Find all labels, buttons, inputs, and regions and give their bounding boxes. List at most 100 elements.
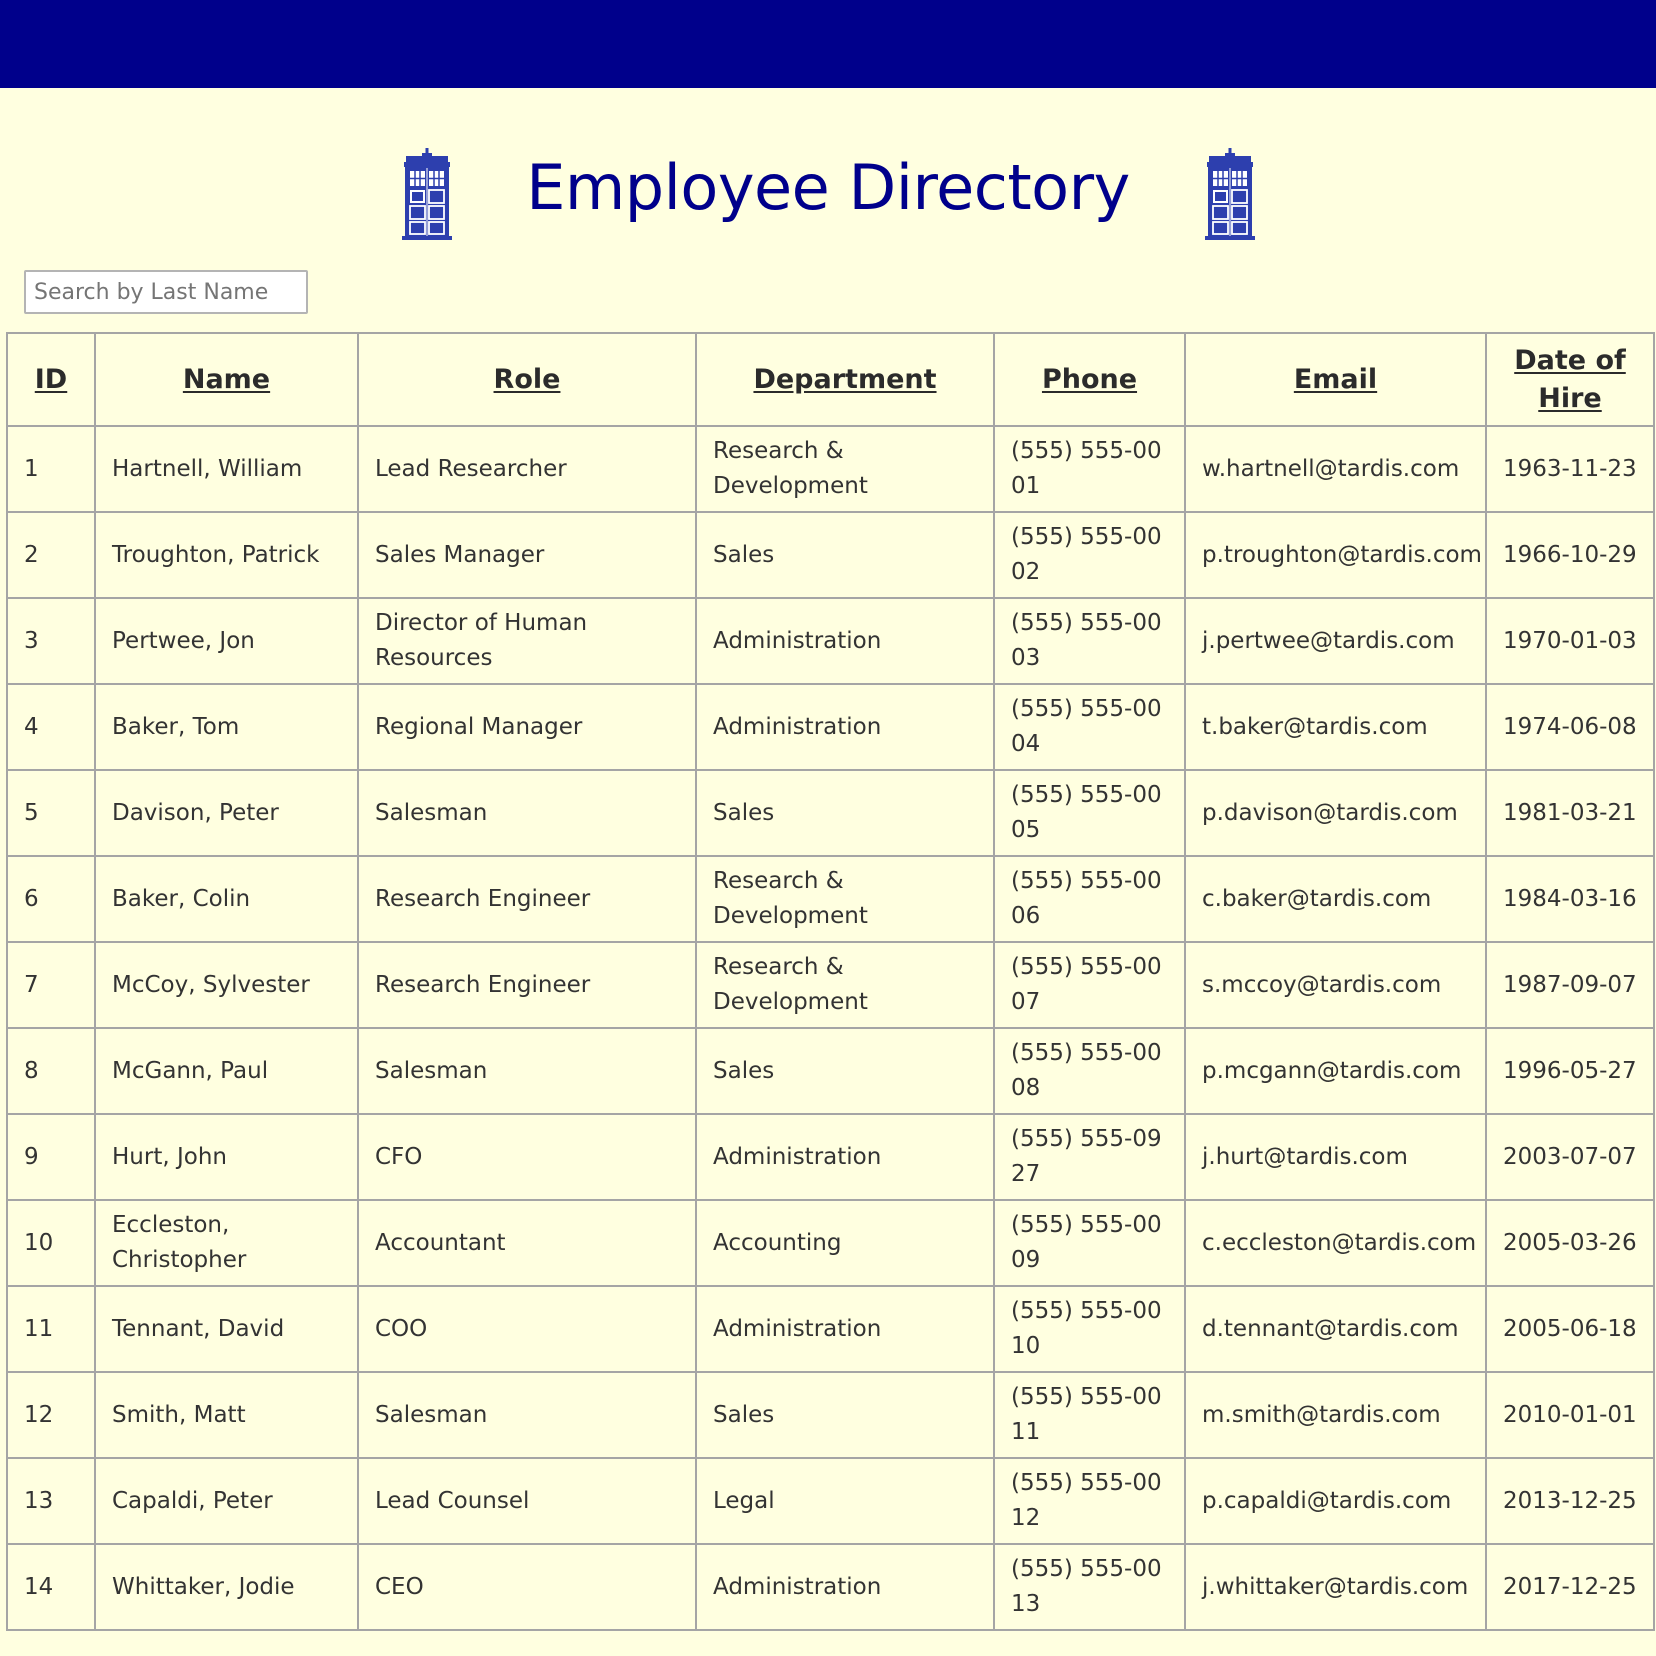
- column-header-name[interactable]: Name: [94, 332, 359, 427]
- cell-role: Regional Manager: [357, 683, 697, 771]
- column-header-label[interactable]: ID: [35, 364, 67, 395]
- cell-id: 14: [6, 1543, 96, 1631]
- cell-id: 1: [6, 425, 96, 513]
- cell-phone: (555) 555-0009: [993, 1199, 1186, 1287]
- cell-hire-date: 2005-06-18: [1485, 1285, 1655, 1373]
- cell-department: Administration: [695, 1543, 995, 1631]
- cell-id: 11: [6, 1285, 96, 1373]
- table-row: 5 Davison, Peter Salesman Sales (555) 55…: [6, 769, 1655, 857]
- cell-department: Sales: [695, 511, 995, 599]
- column-header-role[interactable]: Role: [357, 332, 697, 427]
- column-header-department[interactable]: Department: [695, 332, 995, 427]
- cell-name: Davison, Peter: [94, 769, 359, 857]
- cell-phone: (555) 555-0012: [993, 1457, 1186, 1545]
- cell-department: Administration: [695, 1113, 995, 1201]
- cell-email: m.smith@tardis.com: [1184, 1371, 1487, 1459]
- cell-hire-date: 1974-06-08: [1485, 683, 1655, 771]
- top-banner: [0, 0, 1656, 88]
- cell-role: Salesman: [357, 769, 697, 857]
- cell-id: 7: [6, 941, 96, 1029]
- column-header-email[interactable]: Email: [1184, 332, 1487, 427]
- cell-department: Legal: [695, 1457, 995, 1545]
- table-row: 7 McCoy, Sylvester Research Engineer Res…: [6, 941, 1655, 1029]
- cell-phone: (555) 555-0006: [993, 855, 1186, 943]
- cell-department: Research & Development: [695, 425, 995, 513]
- table-row: 2 Troughton, Patrick Sales Manager Sales…: [6, 511, 1655, 599]
- cell-phone: (555) 555-0007: [993, 941, 1186, 1029]
- page-content: Employee Directory Search by Last Name I…: [0, 88, 1656, 1656]
- table-row: 12 Smith, Matt Salesman Sales (555) 555-…: [6, 1371, 1655, 1459]
- cell-email: j.whittaker@tardis.com: [1184, 1543, 1487, 1631]
- search-input[interactable]: [24, 270, 308, 314]
- cell-department: Sales: [695, 1027, 995, 1115]
- cell-name: Baker, Tom: [94, 683, 359, 771]
- column-header-id[interactable]: ID: [6, 332, 96, 427]
- column-header-label[interactable]: Email: [1294, 364, 1377, 395]
- cell-id: 5: [6, 769, 96, 857]
- column-header-label[interactable]: Department: [753, 364, 936, 395]
- cell-department: Administration: [695, 683, 995, 771]
- column-header-hire-date[interactable]: Date of Hire: [1485, 332, 1655, 427]
- column-header-label[interactable]: Date of Hire: [1514, 345, 1626, 414]
- page-header: Employee Directory: [0, 114, 1656, 240]
- cell-id: 3: [6, 597, 96, 685]
- table-row: 3 Pertwee, Jon Director of Human Resourc…: [6, 597, 1655, 685]
- cell-role: Accountant: [357, 1199, 697, 1287]
- cell-name: McCoy, Sylvester: [94, 941, 359, 1029]
- cell-phone: (555) 555-0010: [993, 1285, 1186, 1373]
- cell-phone: (555) 555-0002: [993, 511, 1186, 599]
- page-title: Employee Directory: [526, 151, 1130, 224]
- cell-hire-date: 2013-12-25: [1485, 1457, 1655, 1545]
- cell-phone: (555) 555-0001: [993, 425, 1186, 513]
- cell-id: 13: [6, 1457, 96, 1545]
- table-row: 11 Tennant, David COO Administration (55…: [6, 1285, 1655, 1373]
- cell-phone: (555) 555-0927: [993, 1113, 1186, 1201]
- cell-phone: (555) 555-0003: [993, 597, 1186, 685]
- cell-phone: (555) 555-0005: [993, 769, 1186, 857]
- cell-id: 4: [6, 683, 96, 771]
- cell-phone: (555) 555-0004: [993, 683, 1186, 771]
- table-row: 1 Hartnell, William Lead Researcher Rese…: [6, 425, 1655, 513]
- column-header-label[interactable]: Name: [183, 364, 270, 395]
- cell-role: Director of Human Resources: [357, 597, 697, 685]
- cell-department: Administration: [695, 1285, 995, 1373]
- cell-role: Sales Manager: [357, 511, 697, 599]
- cell-phone: (555) 555-0013: [993, 1543, 1186, 1631]
- cell-email: p.capaldi@tardis.com: [1184, 1457, 1487, 1545]
- cell-email: c.baker@tardis.com: [1184, 855, 1487, 943]
- cell-department: Sales: [695, 769, 995, 857]
- cell-id: 6: [6, 855, 96, 943]
- cell-email: p.davison@tardis.com: [1184, 769, 1487, 857]
- tardis-icon: [1205, 148, 1255, 240]
- cell-hire-date: 1984-03-16: [1485, 855, 1655, 943]
- cell-role: Research Engineer: [357, 855, 697, 943]
- cell-department: Research & Development: [695, 941, 995, 1029]
- cell-name: Pertwee, Jon: [94, 597, 359, 685]
- cell-email: j.hurt@tardis.com: [1184, 1113, 1487, 1201]
- cell-role: CFO: [357, 1113, 697, 1201]
- cell-hire-date: 2010-01-01: [1485, 1371, 1655, 1459]
- cell-name: Baker, Colin: [94, 855, 359, 943]
- cell-id: 9: [6, 1113, 96, 1201]
- cell-hire-date: 1996-05-27: [1485, 1027, 1655, 1115]
- cell-role: Lead Researcher: [357, 425, 697, 513]
- cell-name: Capaldi, Peter: [94, 1457, 359, 1545]
- cell-name: Whittaker, Jodie: [94, 1543, 359, 1631]
- cell-name: Troughton, Patrick: [94, 511, 359, 599]
- cell-email: p.mcgann@tardis.com: [1184, 1027, 1487, 1115]
- cell-hire-date: 1966-10-29: [1485, 511, 1655, 599]
- cell-email: p.troughton@tardis.com: [1184, 511, 1487, 599]
- column-header-phone[interactable]: Phone: [993, 332, 1186, 427]
- cell-hire-date: 1970-01-03: [1485, 597, 1655, 685]
- cell-name: Hurt, John: [94, 1113, 359, 1201]
- column-header-label[interactable]: Phone: [1042, 364, 1137, 395]
- column-header-label[interactable]: Role: [494, 364, 561, 395]
- cell-email: j.pertwee@tardis.com: [1184, 597, 1487, 685]
- cell-hire-date: 1987-09-07: [1485, 941, 1655, 1029]
- table-row: 9 Hurt, John CFO Administration (555) 55…: [6, 1113, 1655, 1201]
- cell-hire-date: 1963-11-23: [1485, 425, 1655, 513]
- cell-name: Hartnell, William: [94, 425, 359, 513]
- cell-hire-date: 2017-12-25: [1485, 1543, 1655, 1631]
- cell-id: 2: [6, 511, 96, 599]
- cell-id: 8: [6, 1027, 96, 1115]
